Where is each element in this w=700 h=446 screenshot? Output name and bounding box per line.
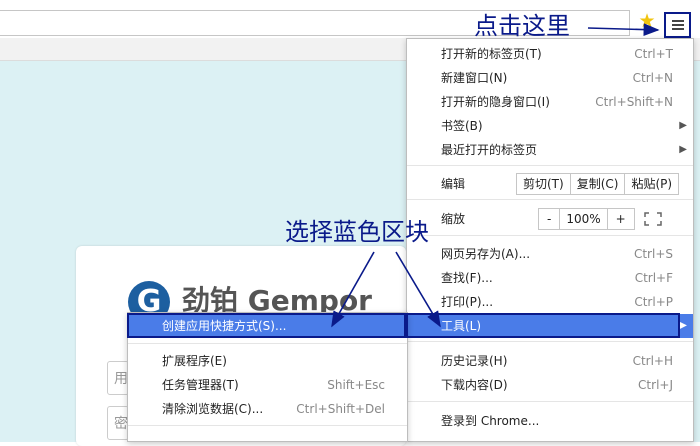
- arrow-to-menu-button: [587, 23, 660, 36]
- arrow-to-create-shortcut: [331, 251, 375, 328]
- annotation-arrows: [331, 23, 660, 328]
- arrow-to-tools: [395, 251, 441, 328]
